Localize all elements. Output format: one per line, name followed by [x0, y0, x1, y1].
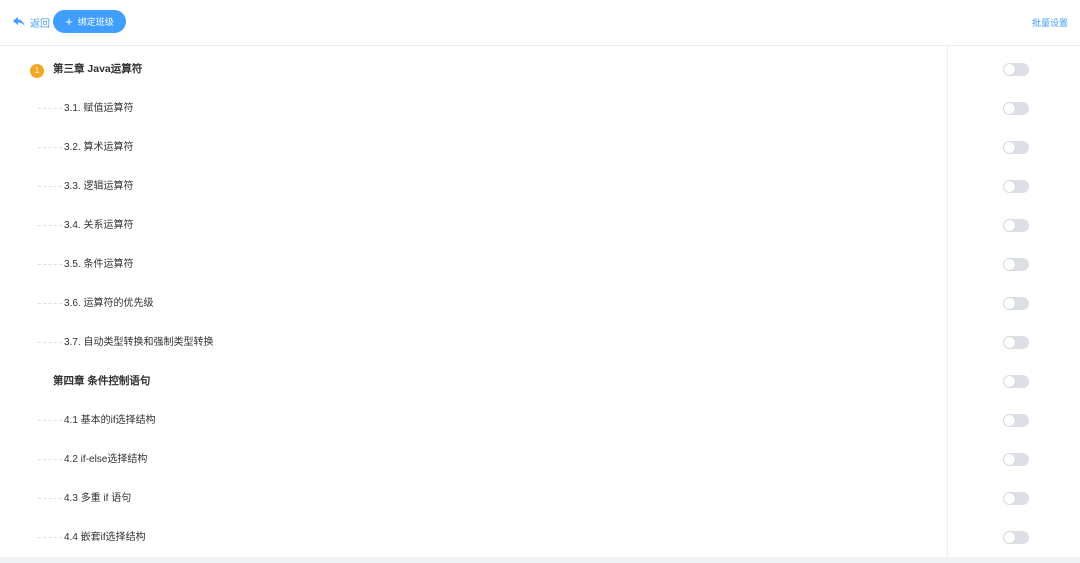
toggle-knob	[1004, 493, 1015, 504]
toggle-knob	[1004, 337, 1015, 348]
section-row: 4.1 基本的if选择结构	[16, 401, 1080, 440]
chapter-title: 第四章 条件控制语句	[53, 375, 151, 387]
chapter-tree: 1 第三章 Java运算符 3.1. 赋值运算符 3.2. 算术运算符 3.3. 逻辑运…	[16, 46, 1080, 557]
section-title: 3.1. 赋值运算符	[64, 103, 134, 114]
tree-connector	[38, 459, 62, 460]
back-arrow-icon	[13, 17, 25, 26]
section-row: 3.4. 关系运算符	[16, 206, 1080, 245]
toggle-knob	[1004, 181, 1015, 192]
section-row: 3.7. 自动类型转换和强制类型转换	[16, 323, 1080, 362]
section-title: 3.3. 逻辑运算符	[64, 181, 134, 192]
chapter-toggle[interactable]	[1003, 63, 1029, 76]
section-title: 3.2. 算术运算符	[64, 142, 134, 153]
section-toggle[interactable]	[1003, 531, 1029, 544]
section-title: 4.2 if-else选择结构	[64, 454, 148, 465]
toggle-knob	[1004, 142, 1015, 153]
batch-settings-link[interactable]: 批量设置	[1032, 16, 1068, 29]
toggle-knob	[1004, 454, 1015, 465]
back-button[interactable]: 返回	[12, 14, 50, 30]
section-title: 3.5. 条件运算符	[64, 259, 134, 270]
bind-class-label: 绑定班级	[77, 17, 114, 27]
chapter-number-badge: 1	[30, 64, 44, 78]
toggle-knob	[1004, 259, 1015, 270]
tree-connector	[38, 420, 62, 421]
tree-connector	[38, 342, 62, 343]
toggle-knob	[1004, 298, 1015, 309]
chapter-title: 第三章 Java运算符	[53, 63, 143, 75]
chapter-row: 第四章 条件控制语句	[16, 362, 1080, 401]
section-toggle[interactable]	[1003, 414, 1029, 427]
tree-connector	[38, 264, 62, 265]
section-title: 4.4 嵌套if选择结构	[64, 532, 146, 543]
section-row: 3.5. 条件运算符	[16, 245, 1080, 284]
section-toggle[interactable]	[1003, 492, 1029, 505]
chapter-row: 1 第三章 Java运算符	[16, 50, 1080, 89]
tree-connector	[38, 186, 62, 187]
section-title: 3.4. 关系运算符	[64, 220, 134, 231]
toggle-knob	[1004, 532, 1015, 543]
section-row: 3.2. 算术运算符	[16, 128, 1080, 167]
section-title: 4.1 基本的if选择结构	[64, 415, 156, 426]
back-label: 返回	[30, 18, 50, 30]
section-toggle[interactable]	[1003, 180, 1029, 193]
section-row: 3.1. 赋值运算符	[16, 89, 1080, 128]
plus-icon: +	[65, 14, 73, 29]
section-row: 4.3 多重 if 语句	[16, 479, 1080, 518]
tree-connector	[38, 225, 62, 226]
tree-connector	[38, 498, 62, 499]
section-row: 3.3. 逻辑运算符	[16, 167, 1080, 206]
section-toggle[interactable]	[1003, 258, 1029, 271]
tree-connector	[38, 537, 62, 538]
chapter-toggle[interactable]	[1003, 375, 1029, 388]
toggle-knob	[1004, 103, 1015, 114]
toggle-knob	[1004, 220, 1015, 231]
toggle-knob	[1004, 415, 1015, 426]
section-toggle[interactable]	[1003, 453, 1029, 466]
section-row: 3.6. 运算符的优先级	[16, 284, 1080, 323]
section-toggle[interactable]	[1003, 219, 1029, 232]
section-toggle[interactable]	[1003, 297, 1029, 310]
toggle-knob	[1004, 376, 1015, 387]
bind-class-button[interactable]: + 绑定班级	[53, 10, 126, 33]
toolbar: 返回 + 绑定班级 批量设置	[0, 0, 1080, 46]
tree-connector	[38, 108, 62, 109]
section-row: 4.2 if-else选择结构	[16, 440, 1080, 479]
section-title: 3.6. 运算符的优先级	[64, 298, 154, 309]
section-toggle[interactable]	[1003, 102, 1029, 115]
section-toggle[interactable]	[1003, 336, 1029, 349]
tree-connector	[38, 303, 62, 304]
section-toggle[interactable]	[1003, 141, 1029, 154]
tree-connector	[38, 147, 62, 148]
toggle-knob	[1004, 64, 1015, 75]
section-row: 4.4 嵌套if选择结构	[16, 518, 1080, 557]
scroll-area-bottom	[0, 557, 1080, 563]
section-title: 3.7. 自动类型转换和强制类型转换	[64, 337, 214, 348]
section-title: 4.3 多重 if 语句	[64, 493, 132, 504]
